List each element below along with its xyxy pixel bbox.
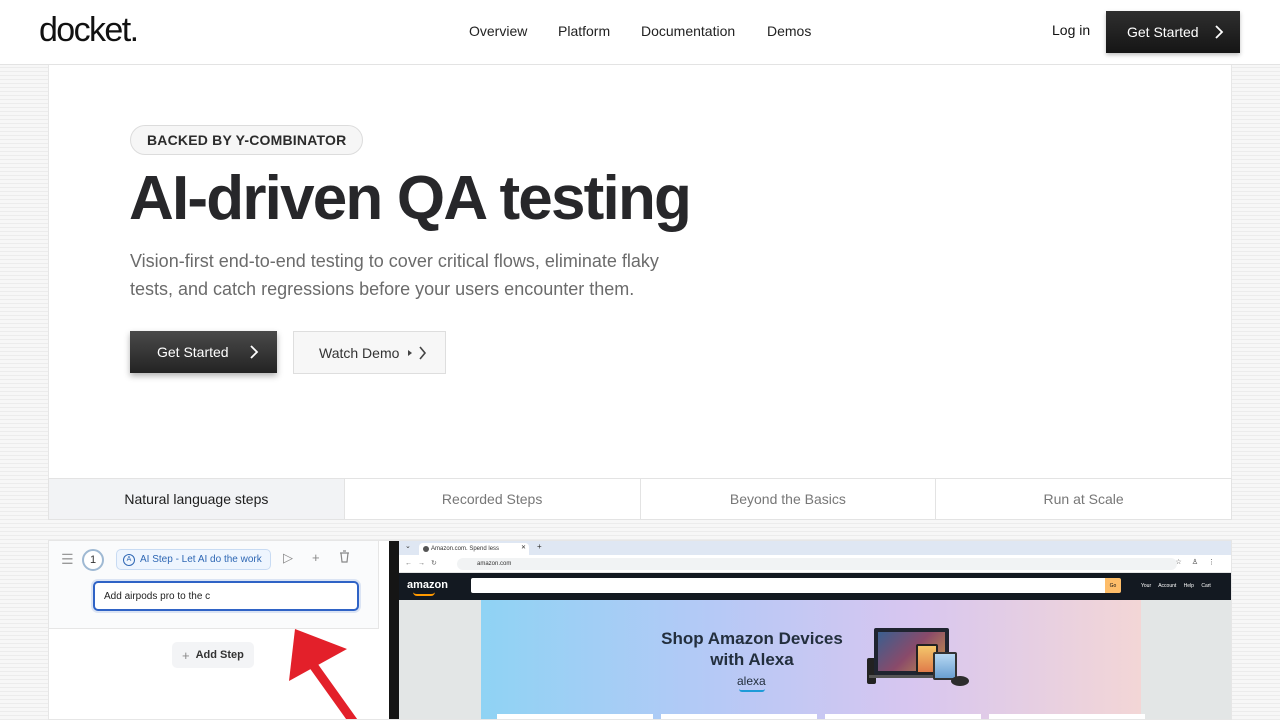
ai-step-chip[interactable]: A AI Step - Let AI do the work: [116, 549, 271, 570]
browser-window: ⌄ Amazon.com. Spend less ✕ + ←→↻ amazon.…: [399, 541, 1231, 719]
amazon-header: amazon Go Your Account Help Cart: [399, 573, 1231, 600]
amazon-logo[interactable]: amazon: [407, 579, 448, 591]
watch-demo-button[interactable]: Watch Demo: [293, 331, 446, 374]
nav-platform[interactable]: Platform: [558, 23, 610, 39]
product-card[interactable]: [497, 714, 653, 719]
chevron-right-icon: [1214, 23, 1224, 41]
ai-icon: A: [123, 553, 135, 566]
play-icon[interactable]: ▷: [283, 550, 293, 566]
alexa-swoosh-icon: [739, 689, 765, 692]
alexa-logo: alexa: [737, 674, 766, 688]
nav-overview[interactable]: Overview: [469, 23, 527, 39]
browser-nav-icons[interactable]: ←→↻: [405, 559, 443, 567]
drag-handle-icon[interactable]: ☰: [61, 551, 74, 568]
hero-section: BACKED BY Y-COMBINATOR AI-driven QA test…: [48, 65, 1232, 478]
step-card: ☰ 1 A AI Step - Let AI do the work ▷ + A…: [49, 541, 379, 629]
annotation-arrow-icon: [289, 629, 358, 719]
browser-tab-title: Amazon.com. Spend less: [431, 546, 500, 552]
tablet-device-icon: [933, 652, 957, 680]
watch-demo-label: Watch Demo: [319, 344, 400, 361]
promo-title: Shop Amazon Devices with Alexa: [661, 629, 843, 669]
amazon-header-links[interactable]: Your Account Help Cart: [1141, 583, 1211, 589]
product-card[interactable]: [825, 714, 981, 719]
browser-actions-icons[interactable]: ☆♙⋮: [1175, 558, 1225, 566]
add-step-button[interactable]: + Add Step: [172, 642, 254, 668]
ai-step-label: AI Step - Let AI do the work: [140, 554, 262, 565]
demo-preview: ☰ 1 A AI Step - Let AI do the work ▷ + A…: [48, 540, 1232, 720]
add-step-label: Add Step: [195, 649, 244, 661]
header-get-started-label: Get Started: [1127, 24, 1199, 40]
step-number: 1: [82, 549, 104, 571]
browser-toolbar: ←→↻ amazon.com ☆♙⋮: [399, 555, 1231, 573]
yc-badge: BACKED BY Y-COMBINATOR: [130, 125, 364, 155]
favicon-icon: [423, 546, 429, 552]
amazon-promo-banner[interactable]: Shop Amazon Devices with Alexa alexa: [481, 600, 1141, 719]
product-card[interactable]: [989, 714, 1145, 719]
step-toolbar: ▷ +: [283, 550, 350, 566]
hero-get-started-label: Get Started: [157, 344, 229, 360]
tab-recorded-steps[interactable]: Recorded Steps: [345, 479, 641, 519]
amazon-search-button[interactable]: Go: [1105, 578, 1121, 593]
browser-tab[interactable]: Amazon.com. Spend less: [419, 543, 529, 555]
tab-beyond-the-basics[interactable]: Beyond the Basics: [641, 479, 937, 519]
hero-title: AI-driven QA testing: [129, 164, 692, 233]
amazon-smile-icon: [413, 592, 435, 596]
echo-dot-icon: [951, 676, 969, 686]
tab-natural-language-steps[interactable]: Natural language steps: [49, 479, 345, 519]
new-tab-icon[interactable]: +: [537, 542, 542, 551]
hero-subtitle: Vision-first end-to-end testing to cover…: [130, 251, 659, 299]
chevron-right-icon: [249, 343, 259, 361]
product-card[interactable]: [661, 714, 817, 719]
address-bar[interactable]: amazon.com: [457, 558, 1177, 570]
play-icon: [408, 346, 428, 360]
step-instruction-input[interactable]: Add airpods pro to the c: [93, 581, 359, 611]
nav-demos[interactable]: Demos: [767, 23, 811, 39]
login-link[interactable]: Log in: [1052, 22, 1090, 38]
amazon-page-body: Shop Amazon Devices with Alexa alexa: [399, 600, 1231, 719]
feature-tabs: Natural language steps Recorded Steps Be…: [48, 478, 1232, 520]
nav-documentation[interactable]: Documentation: [641, 23, 735, 39]
amazon-card-row: [497, 714, 1147, 719]
site-header: docket. Overview Platform Documentation …: [0, 0, 1280, 65]
browser-tab-strip: ⌄ Amazon.com. Spend less ✕ +: [399, 541, 1231, 555]
hero-get-started-button[interactable]: Get Started: [130, 331, 277, 373]
video-frame: ⌄ Amazon.com. Spend less ✕ + ←→↻ amazon.…: [389, 541, 1231, 719]
plus-icon[interactable]: +: [312, 550, 320, 566]
steps-panel: ☰ 1 A AI Step - Let AI do the work ▷ + A…: [49, 541, 391, 719]
plus-icon: +: [182, 647, 190, 663]
header-get-started-button[interactable]: Get Started: [1106, 11, 1240, 53]
chevron-down-icon[interactable]: ⌄: [405, 542, 411, 550]
trash-icon[interactable]: [339, 550, 350, 566]
amazon-search-input[interactable]: [471, 578, 1107, 593]
close-icon[interactable]: ✕: [521, 544, 526, 551]
tab-run-at-scale[interactable]: Run at Scale: [936, 479, 1231, 519]
